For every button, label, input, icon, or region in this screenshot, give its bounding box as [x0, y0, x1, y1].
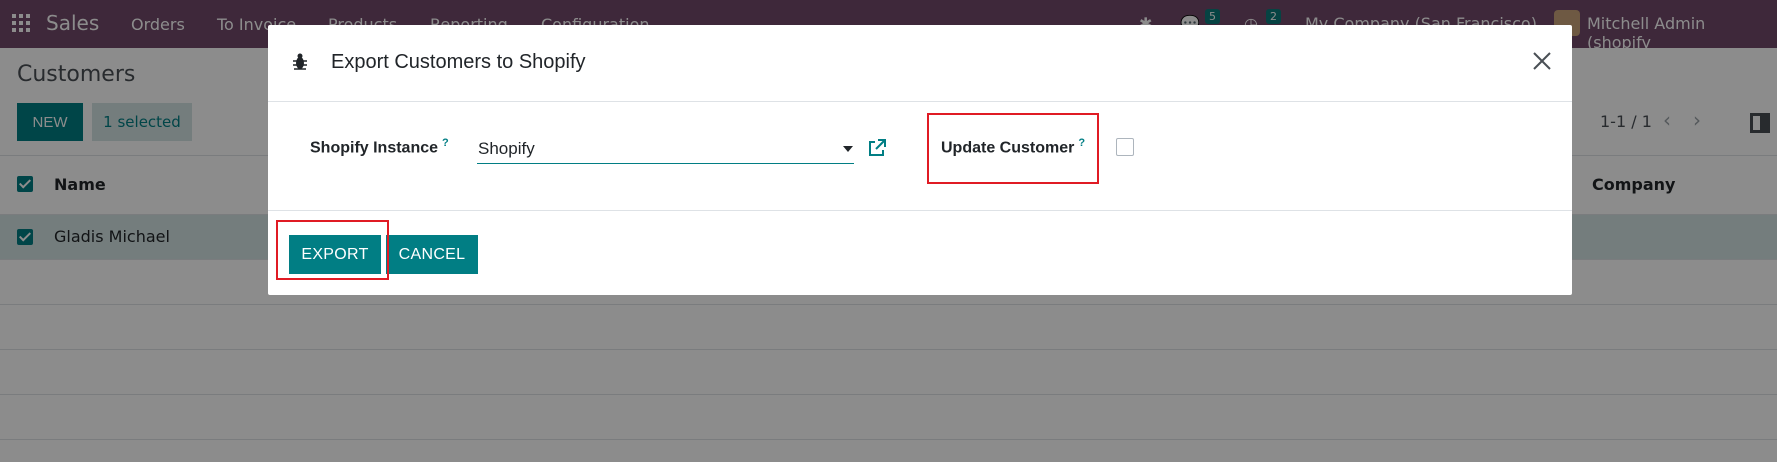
- shopify-instance-label: Shopify Instance?: [310, 137, 449, 157]
- cancel-button[interactable]: CANCEL: [386, 235, 478, 274]
- chevron-down-icon[interactable]: [843, 146, 853, 152]
- external-link-icon[interactable]: [867, 138, 887, 158]
- shopify-instance-help-icon[interactable]: ?: [442, 137, 449, 149]
- bug-icon: [293, 53, 307, 70]
- close-icon[interactable]: [1530, 49, 1554, 73]
- export-dialog: Export Customers to Shopify Shopify Inst…: [268, 25, 1572, 295]
- dialog-title: Export Customers to Shopify: [331, 51, 586, 73]
- update-customer-checkbox[interactable]: [1116, 138, 1134, 156]
- update-customer-highlight: [927, 113, 1099, 184]
- dialog-header: Export Customers to Shopify: [268, 25, 1572, 102]
- export-button-highlight: [276, 220, 389, 280]
- shopify-instance-input[interactable]: [477, 135, 854, 164]
